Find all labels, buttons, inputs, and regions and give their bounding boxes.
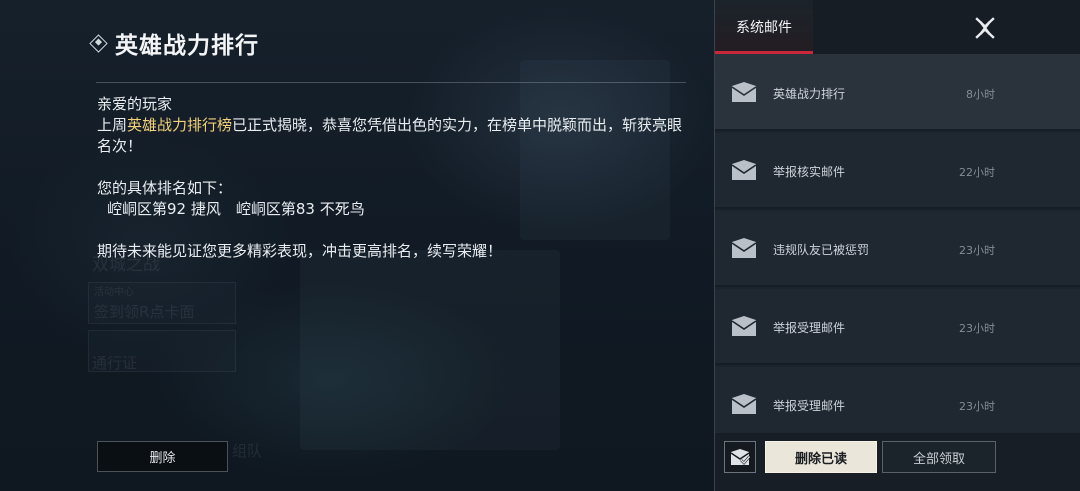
system-mail-panel: 系统邮件 英雄战力排行 8小时 举报核实邮件 22小时 违规队友已被惩罚 23小… <box>714 0 1080 491</box>
mail-list-item[interactable]: 举报受理邮件 23小时 <box>715 367 1080 433</box>
mail-subject: 违规队友已被惩罚 <box>773 243 870 257</box>
mail-time: 23小时 <box>959 400 995 413</box>
delete-read-button[interactable]: 删除已读 <box>765 441 877 473</box>
ranking-intro: 您的具体排名如下： <box>97 179 233 197</box>
mail-list[interactable]: 英雄战力排行 8小时 举报核实邮件 22小时 违规队友已被惩罚 23小时 举报受… <box>715 55 1080 433</box>
tab-system-mail[interactable]: 系统邮件 <box>715 0 813 54</box>
envelope-icon <box>731 394 757 414</box>
mail-check-icon[interactable] <box>724 441 756 473</box>
mail-subject: 举报核实邮件 <box>773 165 846 179</box>
claim-all-button[interactable]: 全部领取 <box>882 441 996 473</box>
delete-button[interactable]: 删除 <box>97 441 228 472</box>
close-x-icon[interactable] <box>971 14 999 42</box>
envelope-icon <box>731 82 757 102</box>
diamond-icon <box>89 33 108 53</box>
mail-time: 8小时 <box>966 88 995 101</box>
mail-title: 英雄战力排行 <box>115 33 259 59</box>
mail-subject: 举报受理邮件 <box>773 321 846 335</box>
mail-list-item[interactable]: 举报受理邮件 23小时 <box>715 289 1080 365</box>
mail-time: 22小时 <box>959 166 995 179</box>
mail-time: 23小时 <box>959 244 995 257</box>
mail-body: 亲爱的玩家 上周英雄战力排行榜已正式揭晓，恭喜您凭借出色的实力，在榜单中脱颖而出… <box>97 94 687 262</box>
announcement: 上周英雄战力排行榜已正式揭晓，恭喜您凭借出色的实力，在榜单中脱颖而出，斩获亮眼名… <box>97 115 687 157</box>
mail-list-item[interactable]: 违规队友已被惩罚 23小时 <box>715 211 1080 287</box>
envelope-icon <box>731 238 757 258</box>
background-sign-in: 签到领R点卡面 <box>94 303 195 321</box>
leaderboard-highlight: 英雄战力排行榜 <box>127 116 233 134</box>
mail-title-row: 英雄战力排行 <box>89 24 259 62</box>
mail-list-item[interactable]: 英雄战力排行 8小时 <box>715 55 1080 131</box>
background-panel <box>300 250 560 450</box>
mail-subject: 举报受理邮件 <box>773 399 846 413</box>
closing-text: 期待未来能见证您更多精彩表现，冲击更高排名，续写荣耀！ <box>97 242 503 260</box>
panel-footer: 删除已读 全部领取 <box>715 433 1080 491</box>
background-pass: 通行证 <box>92 354 138 372</box>
title-divider <box>96 82 686 83</box>
background-team: 组队 <box>232 442 263 460</box>
panel-header: 系统邮件 <box>715 0 1080 54</box>
mail-time: 23小时 <box>959 322 995 335</box>
mail-subject: 英雄战力排行 <box>773 87 846 101</box>
announcement-prefix: 上周 <box>97 116 128 134</box>
mail-list-item[interactable]: 举报核实邮件 22小时 <box>715 133 1080 209</box>
ranking-line: 崆峒区第92 捷风 崆峒区第83 不死鸟 <box>107 200 365 218</box>
greeting: 亲爱的玩家 <box>97 95 173 113</box>
background-activity-center: 活动中心 <box>94 287 134 298</box>
envelope-icon <box>731 316 757 336</box>
envelope-icon <box>731 160 757 180</box>
